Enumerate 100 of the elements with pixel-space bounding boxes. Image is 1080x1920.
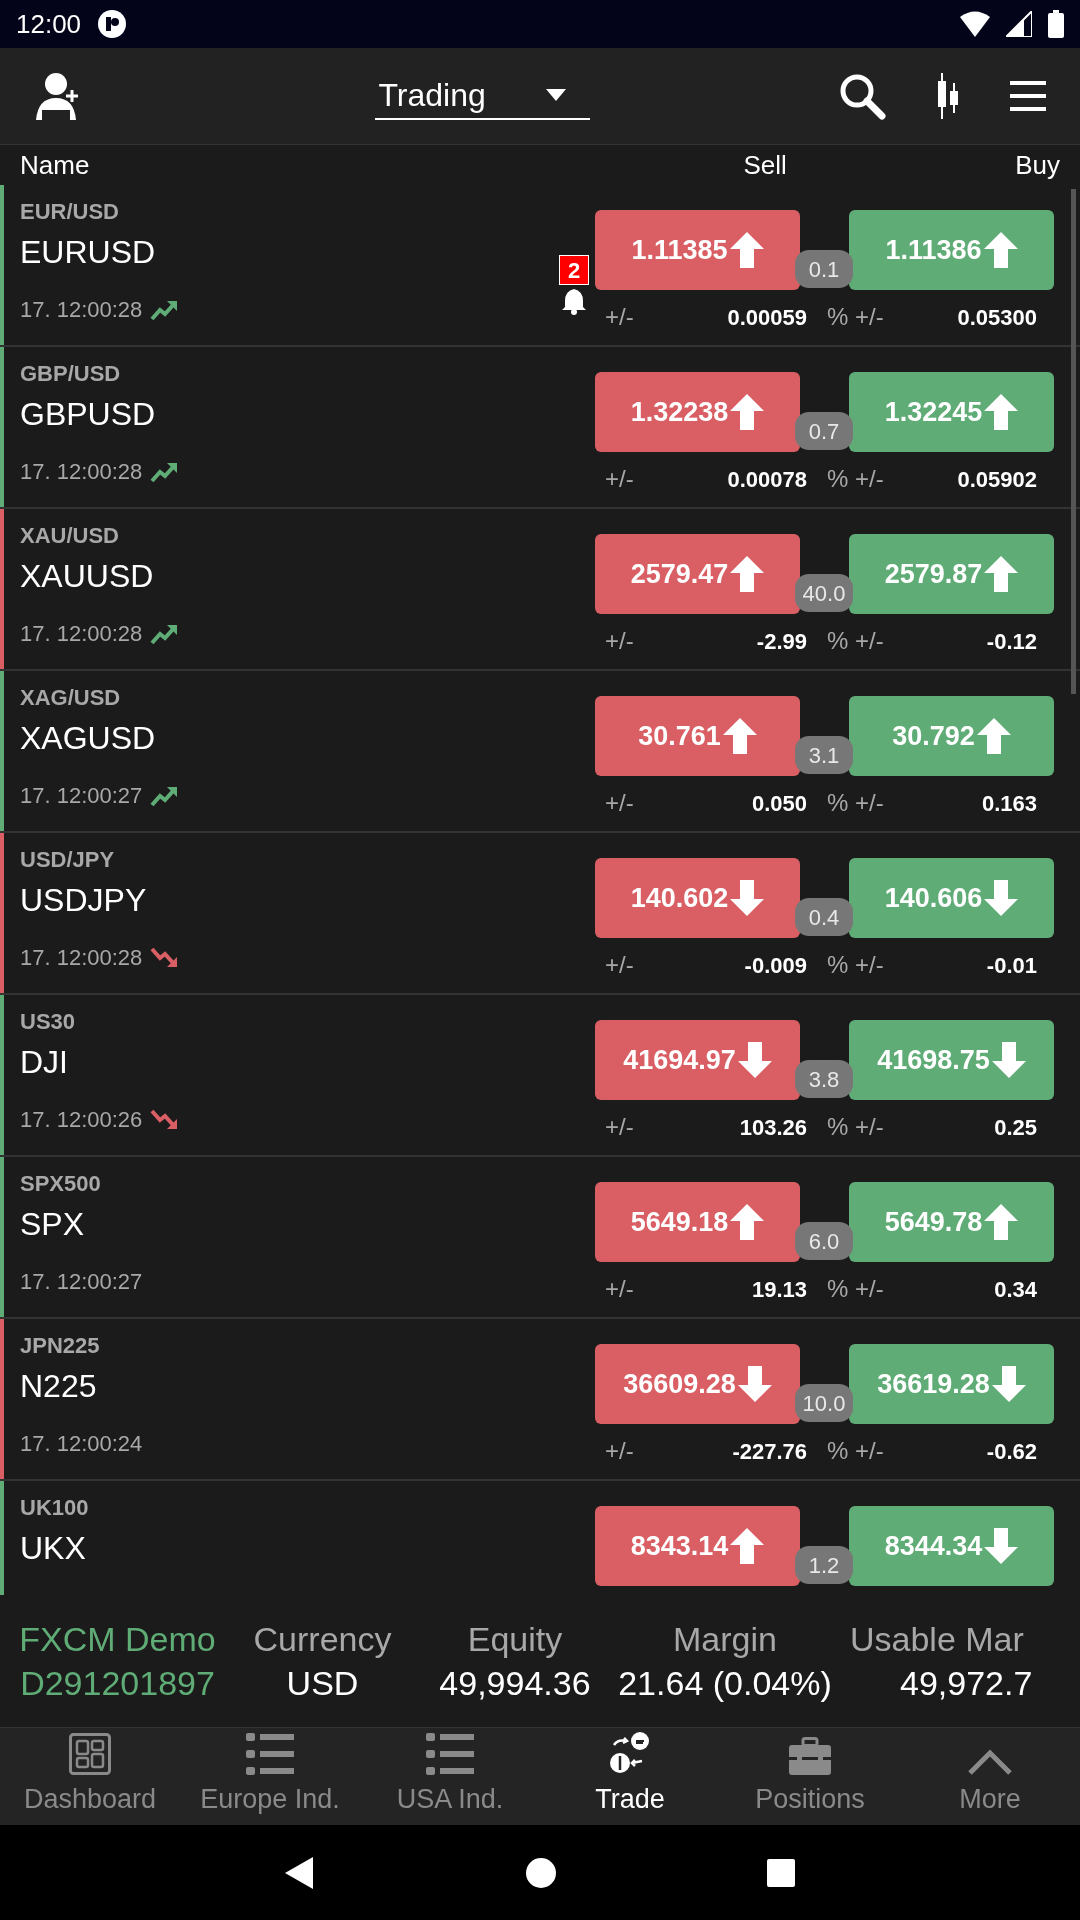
battery-icon [1048, 10, 1064, 38]
sell-price-button[interactable]: 5649.18 [595, 1182, 800, 1262]
percent-change-value: 0.05300 [956, 303, 1037, 332]
alert-count-badge: 2 [559, 255, 589, 285]
column-header: Sell [742, 148, 788, 182]
nav-tab[interactable]: Europe Ind. [180, 1728, 360, 1825]
bell-icon[interactable] [561, 287, 587, 315]
instrument-symbol[interactable]: XAUUSD [20, 551, 595, 601]
back-icon[interactable] [285, 1856, 316, 1889]
instrument-group: UK100 [20, 1493, 595, 1523]
spread-badge: 10.0 [795, 1384, 853, 1422]
buy-price-button[interactable]: 1.32245 [849, 372, 1054, 452]
account-value: 21.64 (0.04%) [618, 1663, 832, 1704]
instrument-group: XAG/USD [20, 683, 595, 713]
chevron-up-icon [968, 1748, 1012, 1775]
buy-price-button[interactable]: 2579.87 [849, 534, 1054, 614]
change-label: +/- [605, 464, 635, 494]
nav-tab[interactable]: Positions [720, 1728, 900, 1825]
percent-change-value: -0.62 [985, 1437, 1037, 1466]
nav-tab[interactable]: USA Ind. [360, 1728, 540, 1825]
instrument-symbol[interactable]: XAGUSD [20, 713, 595, 763]
quote-time: 17. 12:00:27 [20, 1268, 143, 1296]
quote-time: 17. 12:00:27 [20, 782, 143, 810]
recents-icon[interactable] [766, 1858, 795, 1887]
percent-change-value: -0.01 [985, 951, 1037, 980]
quote-time: 17. 12:00:28 [20, 458, 143, 486]
menu-icon[interactable] [1010, 80, 1046, 112]
spread-badge: 40.0 [795, 574, 853, 612]
buy-price-button[interactable]: 30.792 [849, 696, 1054, 776]
account-label: FXCM Demo [19, 1619, 216, 1660]
percent-change-label: % +/- [827, 1274, 885, 1304]
sell-price-button[interactable]: 41694.97 [595, 1020, 800, 1100]
instrument-symbol[interactable]: SPX [20, 1199, 595, 1249]
list-icon [246, 1732, 294, 1775]
account-value: D291201897 [20, 1663, 215, 1704]
sell-price-button[interactable]: 2579.47 [595, 534, 800, 614]
percent-change-label: % +/- [827, 950, 885, 980]
account-label: Margin [673, 1619, 777, 1660]
nav-tab[interactable]: More [900, 1728, 1080, 1825]
instrument-group: SPX500 [20, 1169, 595, 1199]
dropdown-caret-icon [545, 89, 566, 101]
search-icon[interactable] [838, 72, 886, 120]
list-icon [426, 1732, 474, 1775]
quote-time: 17. 12:00:28 [20, 620, 143, 648]
spread-badge: 1.2 [795, 1546, 853, 1584]
percent-change-value: 0.163 [980, 789, 1037, 818]
buy-price-button[interactable]: 5649.78 [849, 1182, 1054, 1262]
instrument-symbol[interactable]: N225 [20, 1361, 595, 1411]
quote-time: 17. 12:00:28 [20, 296, 143, 324]
percent-change-value: 0.25 [993, 1113, 1037, 1142]
instrument-symbol[interactable]: UKX [20, 1523, 595, 1573]
column-header: Buy [1015, 148, 1060, 182]
candlestick-chart-icon[interactable] [936, 73, 960, 119]
percent-change-label: % +/- [827, 302, 885, 332]
home-icon[interactable] [526, 1857, 556, 1888]
account-value: 49,994.36 [439, 1663, 591, 1704]
buy-price-button[interactable]: 1.11386 [849, 210, 1054, 290]
instrument-symbol[interactable]: GBPUSD [20, 389, 595, 439]
buy-price-button[interactable]: 140.606 [849, 858, 1054, 938]
quote-time: 17. 12:00:24 [20, 1430, 143, 1458]
change-value: 0.00059 [726, 303, 807, 332]
instrument-symbol[interactable]: DJI [20, 1037, 595, 1087]
instrument-group: EUR/USD [20, 197, 559, 227]
spread-badge: 0.1 [795, 250, 853, 288]
account-label: Equity [467, 1619, 563, 1660]
instrument-group: JPN225 [20, 1331, 595, 1361]
buy-price-button[interactable]: 41698.75 [849, 1020, 1054, 1100]
change-label: +/- [605, 626, 635, 656]
percent-change-value: -0.12 [985, 627, 1037, 656]
status-time: 12:00 [16, 7, 82, 41]
instrument-group: XAU/USD [20, 521, 595, 551]
change-label: +/- [605, 788, 635, 818]
view-dropdown[interactable]: Trading [374, 72, 590, 120]
change-label: +/- [605, 1112, 635, 1142]
instrument-symbol[interactable]: EURUSD [20, 227, 559, 277]
account-label: Usable Mar [850, 1619, 1024, 1660]
sell-price-button[interactable]: 36609.28 [595, 1344, 800, 1424]
percent-change-label: % +/- [827, 1436, 885, 1466]
change-label: +/- [605, 1274, 635, 1304]
briefcase-icon [789, 1736, 831, 1775]
sell-price-button[interactable]: 1.32238 [595, 372, 800, 452]
buy-price-button[interactable]: 8344.34 [849, 1506, 1054, 1586]
account-value: USD [286, 1663, 359, 1704]
percent-change-value: 0.34 [993, 1275, 1037, 1304]
sell-price-button[interactable]: 8343.14 [595, 1506, 800, 1586]
change-label: +/- [605, 1436, 635, 1466]
sell-price-button[interactable]: 140.602 [595, 858, 800, 938]
quote-time: 17. 12:00:28 [20, 944, 143, 972]
percent-change-label: % +/- [827, 464, 885, 494]
instrument-symbol[interactable]: USDJPY [20, 875, 595, 925]
instrument-group: GBP/USD [20, 359, 595, 389]
sell-price-button[interactable]: 30.761 [595, 696, 800, 776]
sell-price-button[interactable]: 1.11385 [595, 210, 800, 290]
change-value: 0.050 [750, 789, 807, 818]
nav-tab[interactable]: Dashboard [0, 1728, 180, 1825]
instrument-group: US30 [20, 1007, 595, 1037]
buy-price-button[interactable]: 36619.28 [849, 1344, 1054, 1424]
change-value: -227.76 [731, 1437, 807, 1466]
nav-tab[interactable]: Trade [540, 1728, 720, 1825]
spread-badge: 3.8 [795, 1060, 853, 1098]
